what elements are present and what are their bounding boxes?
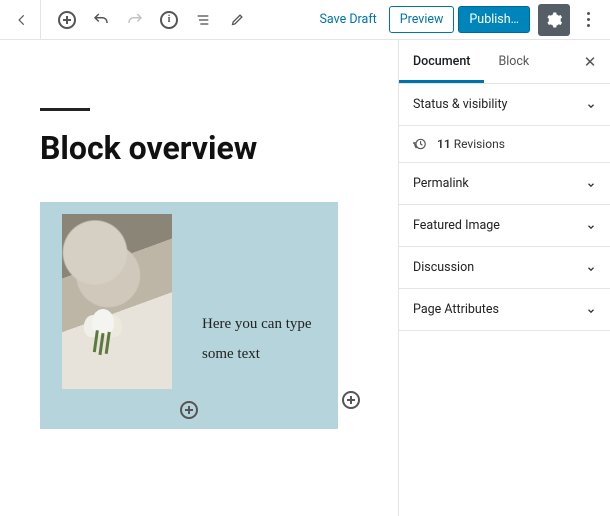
history-icon: [413, 137, 427, 151]
panel-toggle-permalink[interactable]: Permalink: [399, 163, 610, 204]
undo-button[interactable]: [87, 6, 115, 34]
panel-title: Discussion: [413, 260, 474, 275]
plus-circle-icon: [180, 401, 198, 419]
panel-title: Featured Image: [413, 218, 500, 233]
panel-permalink: Permalink: [399, 163, 610, 205]
settings-sidebar: Document Block ✕ Status & visibility 11 …: [398, 40, 610, 516]
gear-icon: [545, 11, 563, 29]
save-draft-button[interactable]: Save Draft: [311, 6, 384, 33]
sidebar-tabs: Document Block ✕: [399, 40, 610, 84]
info-button[interactable]: i: [155, 6, 183, 34]
panel-discussion: Discussion: [399, 247, 610, 289]
block-appender-outer[interactable]: [342, 391, 360, 409]
back-button[interactable]: [8, 6, 36, 34]
publish-button[interactable]: Publish…: [458, 6, 530, 33]
image-block[interactable]: [62, 214, 172, 389]
toolbar-divider: [40, 0, 41, 40]
image-placeholder: [62, 214, 172, 389]
chevron-down-icon: [586, 221, 596, 231]
plus-circle-icon: [342, 391, 360, 409]
panel-page-attributes: Page Attributes: [399, 289, 610, 331]
image-placeholder-detail: [82, 309, 132, 359]
close-icon: ✕: [584, 53, 597, 71]
panel-featured-image: Featured Image: [399, 205, 610, 247]
panel-title: Permalink: [413, 176, 469, 191]
panel-toggle-status[interactable]: Status & visibility: [399, 84, 610, 125]
add-block-button[interactable]: [53, 6, 81, 34]
revisions-label: Revisions: [454, 137, 505, 151]
page-title[interactable]: Block overview: [40, 129, 398, 167]
panel-toggle-page-attributes[interactable]: Page Attributes: [399, 289, 610, 330]
chevron-down-icon: [586, 100, 596, 110]
more-menu-button[interactable]: [574, 4, 602, 36]
settings-button[interactable]: [538, 4, 570, 36]
workspace: Block overview Here you can type some te…: [0, 40, 610, 516]
redo-button[interactable]: [121, 6, 149, 34]
tab-document[interactable]: Document: [399, 40, 484, 83]
toolbar-left-group: i: [47, 6, 251, 34]
editor-canvas[interactable]: Block overview Here you can type some te…: [0, 40, 398, 516]
paragraph-block[interactable]: Here you can type some text: [202, 214, 326, 389]
chevron-down-icon: [586, 305, 596, 315]
block-appender-inner[interactable]: [180, 401, 198, 419]
close-sidebar-button[interactable]: ✕: [570, 40, 610, 84]
preview-button[interactable]: Preview: [389, 6, 455, 33]
chevron-down-icon: [586, 263, 596, 273]
chevron-down-icon: [586, 179, 596, 189]
revisions-count: 11: [437, 137, 451, 151]
tab-block[interactable]: Block: [484, 40, 543, 83]
edit-button[interactable]: [223, 6, 251, 34]
panel-status-visibility: Status & visibility: [399, 84, 610, 126]
revisions-row[interactable]: 11 Revisions: [399, 126, 610, 163]
panel-toggle-featured-image[interactable]: Featured Image: [399, 205, 610, 246]
block-navigation-button[interactable]: [189, 6, 217, 34]
top-toolbar: i Save Draft Preview Publish…: [0, 0, 610, 40]
panel-title: Status & visibility: [413, 97, 507, 112]
title-rule: [40, 108, 90, 111]
panel-title: Page Attributes: [413, 302, 499, 317]
columns-block[interactable]: Here you can type some text: [40, 202, 338, 429]
panel-toggle-discussion[interactable]: Discussion: [399, 247, 610, 288]
kebab-icon: [587, 12, 590, 27]
